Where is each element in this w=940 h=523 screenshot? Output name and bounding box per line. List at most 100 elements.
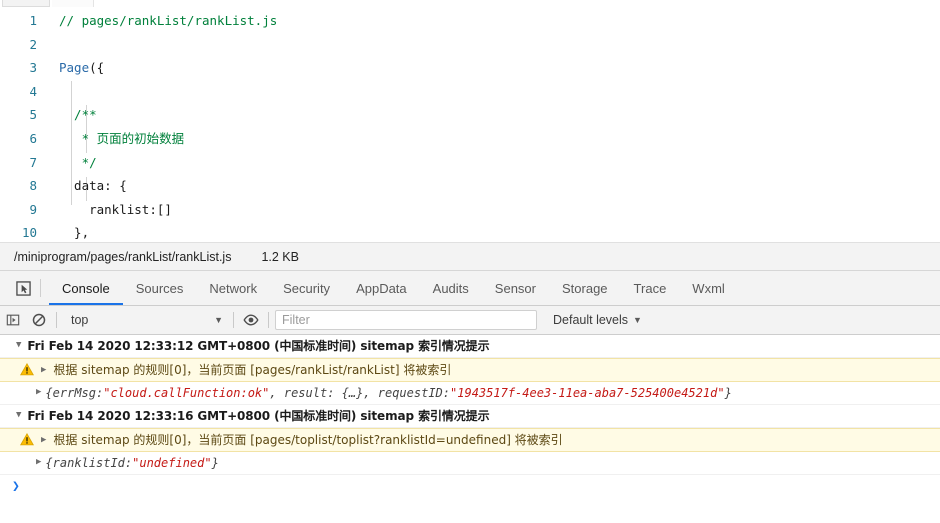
tab-label: Sensor (494, 280, 536, 296)
code-token: */ (59, 154, 97, 170)
tab-sources[interactable]: Sources (123, 271, 197, 305)
tab-appdata[interactable]: AppData (343, 271, 420, 305)
code-token: :[] (149, 201, 172, 217)
code-token: }, (59, 225, 90, 241)
code-token: : { (104, 178, 127, 194)
console-filter-placeholder: Filter (282, 313, 310, 327)
console-message-list[interactable]: ▼ Fri Feb 14 2020 12:33:12 GMT+0800 (中国标准… (0, 335, 940, 523)
tab-wxml[interactable]: Wxml (679, 271, 738, 305)
log-level-label: Default levels (553, 313, 629, 327)
file-status-bar: /miniprogram/pages/rankList/rankList.js … (0, 243, 940, 271)
live-expression-eye-icon (243, 314, 259, 326)
console-filter-input[interactable]: Filter (275, 310, 537, 330)
disclosure-triangle-icon[interactable]: ▼ (16, 337, 21, 353)
clear-console-button[interactable] (26, 306, 52, 334)
tab-label: Sources (135, 280, 184, 296)
code-token: /** (59, 107, 97, 123)
log-object-row[interactable]: ▶ {errMsg: "cloud.callFunction:ok", resul… (0, 382, 940, 405)
line-number: 2 (29, 36, 37, 52)
log-object-text: } (211, 456, 219, 470)
tab-label: Console (62, 280, 110, 296)
line-number: 8 (29, 178, 37, 194)
tab-label: Trace (633, 280, 667, 296)
log-object-row[interactable]: ▶ {ranklistId: "undefined"} (0, 452, 940, 475)
chevron-down-icon: ▼ (633, 315, 642, 325)
line-number: 10 (21, 225, 37, 241)
code-token: Page (59, 60, 90, 76)
line-number-gutter: 1234567891011 (0, 7, 46, 242)
disclosure-triangle-icon[interactable]: ▶ (36, 384, 41, 400)
line-number: 6 (29, 130, 37, 146)
tab-label: AppData (356, 280, 407, 296)
tab-label: Wxml (692, 280, 725, 296)
log-level-select[interactable]: Default levels ▼ (553, 313, 642, 327)
toolbar-divider (233, 312, 234, 328)
disclosure-triangle-icon[interactable]: ▼ (16, 407, 21, 423)
log-warning-row[interactable]: ▶ 根据 sitemap 的规则[0]，当前页面 [pages/rankList/… (0, 358, 940, 382)
live-expression-button[interactable] (238, 306, 264, 334)
log-object-text: , result: {…}, requestID: (269, 386, 451, 400)
code-line[interactable]: */ (47, 151, 940, 175)
toolbar-divider (268, 312, 269, 328)
code-line[interactable]: /** (47, 103, 940, 127)
code-token: ranklist (59, 201, 150, 217)
editor-tab-stub-secondary[interactable] (52, 0, 94, 7)
disclosure-triangle-icon[interactable]: ▶ (41, 362, 46, 378)
line-number: 9 (29, 201, 37, 217)
file-size-label: 1.2 KB (261, 249, 299, 264)
code-line[interactable]: Page({ (47, 56, 940, 80)
tab-trace[interactable]: Trace (621, 271, 680, 305)
log-group-text: Fri Feb 14 2020 12:33:16 GMT+0800 (中国标准时… (27, 409, 490, 423)
tab-label: Network (209, 280, 258, 296)
tab-audits[interactable]: Audits (420, 271, 482, 305)
code-line[interactable]: ranklist:[] (47, 198, 940, 222)
tab-network[interactable]: Network (196, 271, 270, 305)
tab-security[interactable]: Security (270, 271, 343, 305)
code-token: data (59, 178, 105, 194)
tab-storage[interactable]: Storage (549, 271, 621, 305)
code-editor-pane: 1234567891011 // pages/rankList/rankList… (0, 0, 940, 243)
code-content[interactable]: // pages/rankList/rankList.js Page({ /** … (46, 7, 940, 242)
disclosure-triangle-icon[interactable]: ▶ (41, 432, 46, 448)
tab-label: Security (283, 280, 331, 296)
line-number: 5 (29, 107, 37, 123)
log-object-text: } (724, 386, 732, 400)
console-toolbar: top ▼ Filter Default levels ▼ (0, 306, 940, 335)
disclosure-triangle-icon[interactable]: ▶ (36, 454, 41, 470)
code-line[interactable]: }, (47, 221, 940, 242)
log-warning-text: 根据 sitemap 的规则[0]，当前页面 [pages/toplist/to… (53, 433, 563, 447)
clear-console-icon (32, 313, 46, 327)
inspect-element-icon (15, 280, 31, 296)
tab-label: Audits (432, 280, 469, 296)
log-group-header[interactable]: ▼ Fri Feb 14 2020 12:33:12 GMT+0800 (中国标准… (0, 335, 940, 358)
editor-tab-stub[interactable] (2, 0, 50, 7)
code-line[interactable] (47, 80, 940, 104)
tab-console[interactable]: Console (49, 271, 123, 305)
code-area[interactable]: 1234567891011 // pages/rankList/rankList… (0, 7, 940, 242)
console-input-prompt[interactable]: ❯ (0, 475, 940, 497)
tab-sensor[interactable]: Sensor (482, 271, 549, 305)
line-number: 7 (29, 154, 37, 170)
log-object-text: {ranklistId: (45, 456, 133, 470)
code-token: // pages/rankList/rankList.js (59, 13, 278, 28)
log-warning-row[interactable]: ▶ 根据 sitemap 的规则[0]，当前页面 [pages/toplist/t… (0, 428, 940, 452)
log-string-value: "1943517f-4ee3-11ea-aba7-525400e4521d" (450, 386, 725, 400)
log-group-text: Fri Feb 14 2020 12:33:12 GMT+0800 (中国标准时… (27, 339, 490, 353)
code-line[interactable]: * 页面的初始数据 (47, 127, 940, 151)
chevron-down-icon: ▼ (214, 315, 223, 325)
code-line[interactable] (47, 33, 940, 57)
code-line[interactable]: // pages/rankList/rankList.js (47, 9, 940, 33)
line-number: 1 (29, 13, 37, 28)
toolbar-divider (56, 312, 57, 328)
execution-context-select[interactable]: top ▼ (61, 313, 229, 327)
line-number: 3 (29, 60, 37, 76)
log-group-header[interactable]: ▼ Fri Feb 14 2020 12:33:16 GMT+0800 (中国标准… (0, 405, 940, 428)
execution-context-value: top (71, 313, 89, 327)
log-string-value: "cloud.callFunction:ok" (103, 386, 270, 400)
inspect-element-button[interactable] (6, 271, 40, 305)
log-warning-text: 根据 sitemap 的规则[0]，当前页面 [pages/rankList/r… (53, 363, 452, 377)
code-line[interactable]: data: { (47, 174, 940, 198)
console-sidebar-toggle-button[interactable] (0, 306, 26, 334)
prompt-chevron-icon: ❯ (12, 478, 20, 494)
code-token: * 页面的初始数据 (59, 130, 185, 146)
